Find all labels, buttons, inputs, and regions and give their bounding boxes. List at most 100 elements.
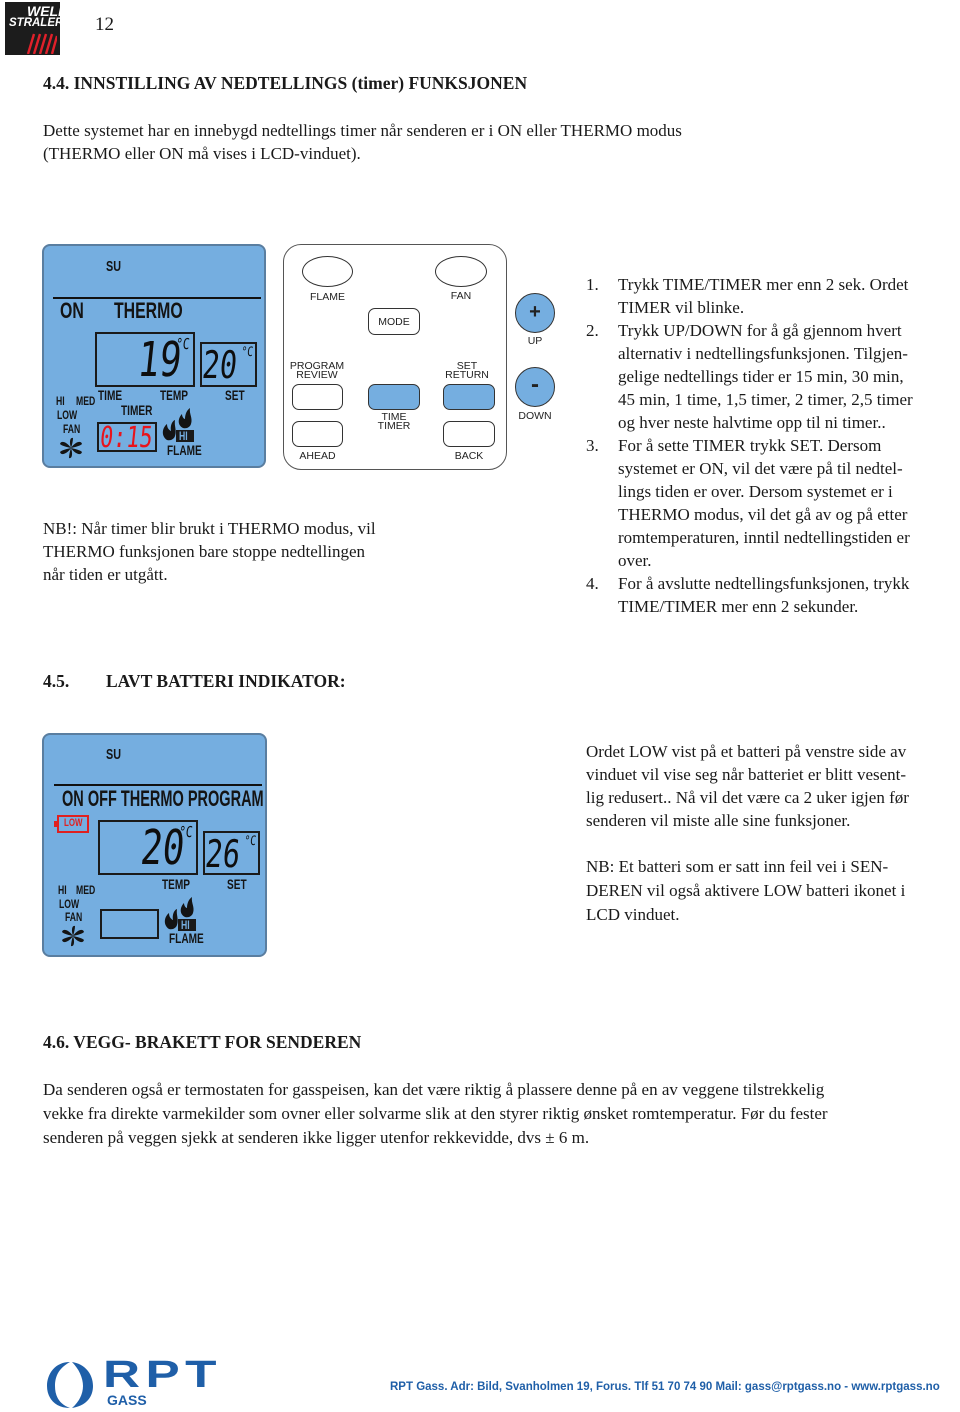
lcd-set-unit: °C [240,345,254,360]
lcd-temp-box: 19 °C [95,332,195,388]
lcd-fan-label: FAN [63,422,81,436]
lcd-set-box: 20 °C [200,342,257,387]
lcd-temp-unit: °C [178,823,194,841]
lcd-fan-label: FAN [65,910,83,924]
footer-contact: RPT Gass. Adr: Bild, Svanholmen 19, Foru… [390,1381,940,1393]
lcd-fan-low: LOW [57,408,78,422]
section-46-body: Da senderen også er termostaten for gass… [43,1078,828,1150]
step-number: 3. [586,436,599,455]
down-button[interactable]: - [515,367,555,407]
mode-button[interactable]: MODE [368,308,420,335]
lcd-temp-box: 20 °C [98,820,198,876]
lcd-set-value: 26 [203,832,243,876]
lcd-fan-hi: HI [56,394,65,408]
time-timer-label-2: TIMER [377,420,411,432]
logo-stripes-icon [26,33,57,54]
lcd-label-timer: TIMER [121,402,153,418]
paragraph-line: Da senderen også er termostaten for gass… [43,1080,825,1099]
step-text: og hver neste halvtime opp til ni timer.… [618,413,886,432]
lcd-fan-low: LOW [59,897,80,911]
timer-steps-list: 1. Trykk TIME/TIMER mer enn 2 sek. Ordet T… [586,273,958,618]
step-line: TIMER vil blinke. [586,296,958,319]
paragraph-line: senderen vil miste alle sine funksjoner. [586,811,851,830]
section-44-title: 4.4. INNSTILLING AV NEDTELLINGS (timer) … [43,73,528,93]
section-45-title: LAVT BATTERI INDIKATOR: [106,671,346,691]
step-text: gelige nedtellings tider er 15 min, 30 m… [618,367,904,386]
lcd-day: SU [106,258,122,275]
section-44-intro-line2: (THERMO eller ON må vises i LCD-vinduet)… [43,144,361,163]
up-button-label: UP [527,335,543,347]
lcd-flame-label: FLAME [167,442,202,458]
lcd-flame-hi: HI [179,429,188,443]
program-review-label-2: REVIEW [296,369,338,381]
battery-low-icon: LOW [54,815,89,833]
step-text: lings tiden er over. Dersom systemet er … [618,482,893,501]
paragraph-line: vekke fra direkte varmekilder som ovner … [43,1104,828,1123]
up-button[interactable]: + [515,293,555,333]
lcd-display-timer: SU ON THERMO 19 °C 20 °C TIME TEMP SET H… [42,244,266,468]
back-button-label: BACK [454,450,484,462]
step-text: romtemperaturen, inntil nedtellingstiden… [618,528,910,547]
lcd-day: SU [106,746,122,763]
step-line: 4. For å avslutte nedtellingsfunksjonen, … [586,572,958,595]
step-text: systemet er ON, vil det være på til nedt… [618,459,903,478]
step-line: 3. For å sette TIMER trykk SET. Dersom [586,434,958,457]
step-number: 1. [586,275,599,294]
flame-button-label: FLAME [309,291,345,303]
ahead-button[interactable] [292,421,343,447]
paragraph-line: vinduet vil vise seg når batteriet er bl… [586,765,907,784]
battery-note: NB: Et batteri som er satt inn feil vei … [586,855,905,927]
step-line: og hver neste halvtime opp til ni timer.… [586,411,958,434]
lcd-label-time: TIME [98,387,123,403]
step-text: TIMER vil blinke. [618,298,745,317]
lcd-mode-thermo: THERMO [114,298,183,323]
step-line: THERMO modus, vil det gå av og på etter [586,503,958,526]
lcd-mode-on: ON [60,298,84,323]
flame-hi-badge: HI [176,429,194,443]
step-line: lings tiden er over. Dersom systemet er … [586,480,958,503]
step-text: 45 min, 1 time, 1,5 timer, 2 timer, 2,5 … [618,390,913,409]
step-text: over. [618,551,652,570]
lcd-label-temp: TEMP [162,876,191,892]
paragraph-line: LCD vinduet. [586,905,680,924]
gass-logo-text: GASS [107,1392,147,1408]
remote-control-panel: FLAME FAN MODE PROGRAM REVIEW TIME TIMER… [283,244,507,470]
flame-button[interactable] [302,256,353,287]
set-return-label-2: RETURN [445,369,489,381]
fan-icon [62,925,84,947]
back-button[interactable] [443,421,495,447]
section-45-number: 4.5. [43,671,70,691]
fan-button-label: FAN [450,290,472,302]
step-line: systemet er ON, vil det være på til nedt… [586,457,958,480]
lcd-modes: ON OFF THERMO PROGRAM [62,786,264,811]
step-line: alternativ i nedtellingsfunksjonen. Tilg… [586,342,958,365]
time-timer-button[interactable] [368,384,420,410]
note-line: når tiden er utgått. [43,565,168,584]
step-text: Trykk TIME/TIMER mer enn 2 sek. Ordet [618,275,909,294]
step-line: TIME/TIMER mer enn 2 sekunder. [586,595,958,618]
lcd-timer-box-empty [100,909,159,939]
step-line: 1. Trykk TIME/TIMER mer enn 2 sek. Ordet [586,273,958,296]
lcd-label-set: SET [225,387,245,403]
paragraph-line: Ordet LOW vist på et batteri på venstre … [586,742,907,761]
down-button-label: DOWN [518,410,552,422]
page-number: 12 [95,14,114,35]
step-text: TIME/TIMER mer enn 2 sekunder. [618,597,859,616]
lcd-fan-hi: HI [58,883,67,897]
step-line: 2. Trykk UP/DOWN for å gå gjennom hvert [586,319,958,342]
lcd-label-set: SET [227,876,247,892]
paragraph-line: lig redusert.. Nå vil det være ca 2 uker… [586,788,909,807]
program-review-button[interactable] [292,384,343,410]
set-return-button[interactable] [443,384,495,410]
step-number: 4. [586,574,599,593]
step-line: romtemperaturen, inntil nedtellingstiden… [586,526,958,549]
fan-button[interactable] [435,256,487,287]
lcd-flame-label: FLAME [169,930,204,946]
lcd-timer-box: 0:15 [97,420,157,454]
step-text: THERMO modus, vil det gå av og på etter [618,505,908,524]
battery-description: Ordet LOW vist på et batteri på venstre … [586,740,909,832]
paragraph-line: senderen på veggen sjekk at senderen ikk… [43,1128,590,1147]
lcd-timer-value: 0:15 [98,420,155,454]
step-number: 2. [586,321,599,340]
lcd-set-unit: °C [243,834,257,849]
